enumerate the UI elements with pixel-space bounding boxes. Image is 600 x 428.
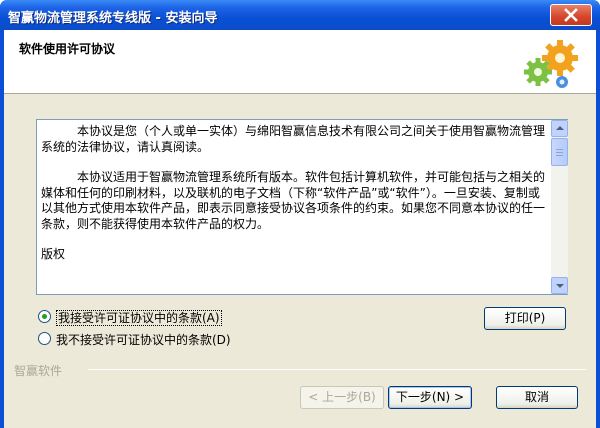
accept-label-text: 我接受许可证协议中的条款(A): [56, 310, 222, 326]
window-title: 智赢物流管理系统专线版 - 安装向导: [8, 11, 218, 26]
license-paragraph-1: 本协议是您（个人或单一实体）与绵阳智赢信息技术有限公司之间关于使用智赢物流管理系…: [41, 124, 546, 154]
accept-label[interactable]: 我接受许可证协议中的条款(A): [56, 309, 222, 326]
scroll-down-button[interactable]: [551, 277, 568, 294]
vertical-scrollbar[interactable]: [551, 120, 568, 294]
license-text: 本协议是您（个人或单一实体）与绵阳智赢信息技术有限公司之间关于使用智赢物流管理系…: [41, 124, 549, 290]
decline-radio[interactable]: [38, 332, 51, 345]
license-text-box[interactable]: 本协议是您（个人或单一实体）与绵阳智赢信息技术有限公司之间关于使用智赢物流管理系…: [36, 119, 568, 295]
print-button[interactable]: 打印(P): [484, 307, 566, 330]
installer-window: 智赢物流管理系统专线版 - 安装向导 软件使用许可协议 本协议是您（个人或单一实…: [0, 0, 600, 428]
scroll-thumb[interactable]: [551, 138, 568, 166]
cancel-button[interactable]: 取消: [496, 386, 578, 409]
next-button[interactable]: 下一步(N) >: [388, 386, 472, 409]
license-paragraph-3: 版权: [41, 247, 66, 261]
license-paragraph-2: 本协议适用于智赢物流管理系统所有版本。软件包括计算机软件，并可能包括与之相关的媒…: [41, 170, 546, 231]
chevron-down-icon: [556, 284, 564, 288]
separator: [88, 369, 586, 370]
radio-selected-dot: [42, 314, 47, 319]
page-title: 软件使用许可协议: [19, 42, 116, 56]
scroll-up-button[interactable]: [551, 120, 568, 137]
decline-label[interactable]: 我不接受许可证协议中的条款(D): [56, 331, 231, 348]
gears-icon: [524, 40, 578, 88]
grip-line: [556, 152, 563, 153]
grip-line: [556, 155, 563, 156]
brand-label: 智赢软件: [14, 364, 63, 378]
chevron-up-icon: [556, 126, 564, 130]
close-icon: [564, 8, 578, 22]
dialog-body: 软件使用许可协议 本协议是您（个人或单一实体）与绵阳智赢信息技术有限公司之间关于…: [4, 30, 596, 428]
title-bar[interactable]: 智赢物流管理系统专线版 - 安装向导: [0, 0, 600, 30]
close-button[interactable]: [550, 4, 592, 26]
back-button[interactable]: < 上一步(B): [300, 386, 384, 409]
wizard-header: 软件使用许可协议: [4, 30, 596, 94]
grip-line: [556, 149, 563, 150]
accept-radio[interactable]: [38, 310, 51, 323]
